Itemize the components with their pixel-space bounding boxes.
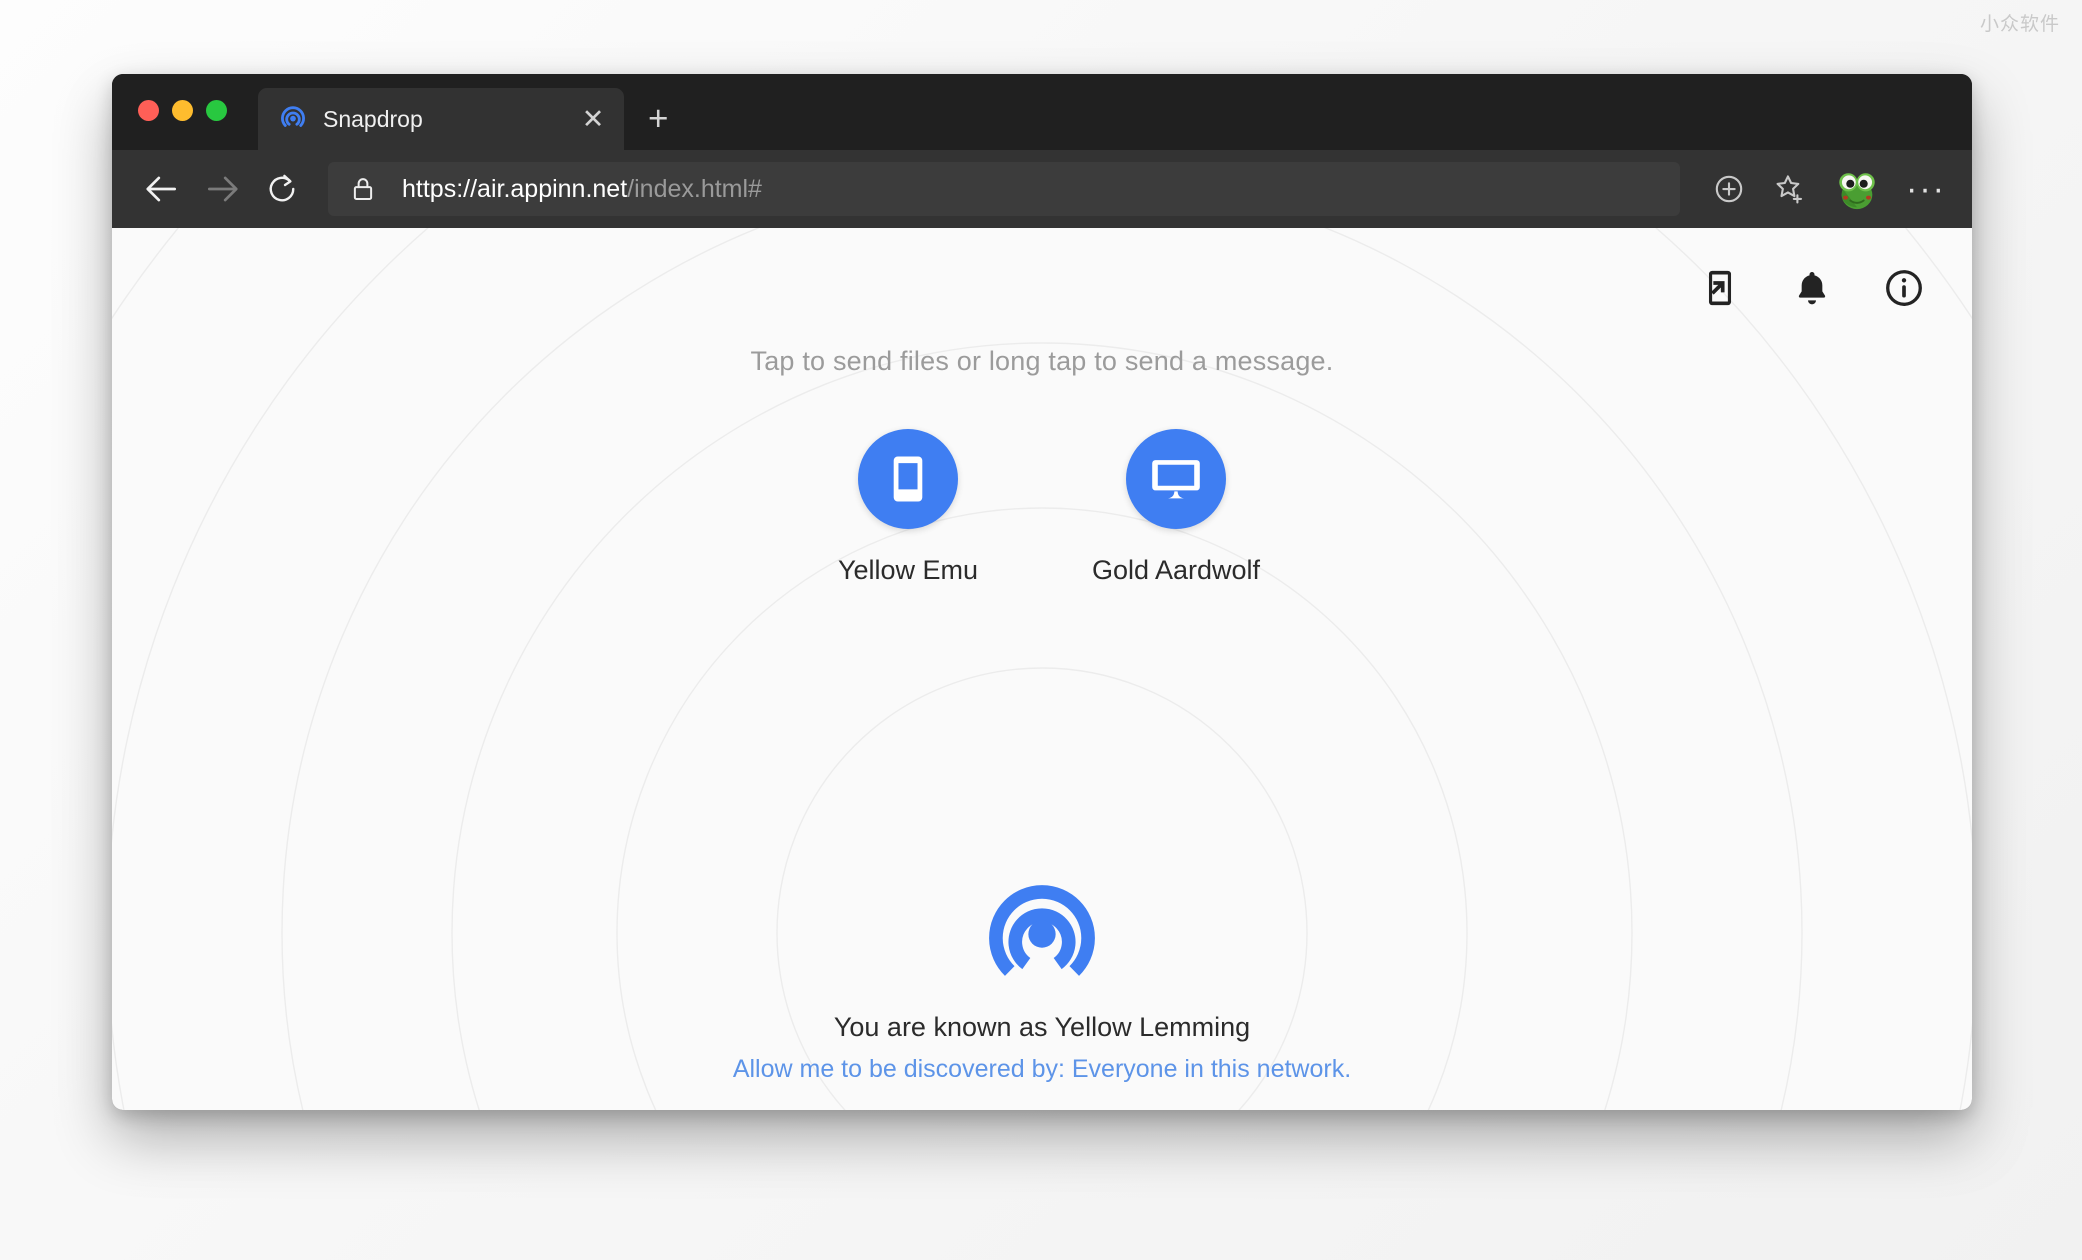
reload-button[interactable]: [254, 161, 310, 217]
browser-tab-title: Snapdrop: [323, 105, 423, 132]
window-maximize-button[interactable]: [206, 100, 227, 121]
url-path: /index.html#: [627, 174, 762, 203]
desktop-background: 小众软件 Snapdrop ✕ + https://air.appinn.net…: [0, 0, 2082, 1260]
window-traffic-lights: [138, 100, 227, 121]
browser-toolbar: https://air.appinn.net/index.html# ···: [112, 150, 1972, 228]
url-origin: https://air.appinn.net: [402, 174, 628, 203]
browser-tab-snapdrop[interactable]: Snapdrop ✕: [258, 88, 624, 150]
about-info-icon: [1886, 270, 1922, 306]
back-button[interactable]: [134, 161, 190, 217]
url-text: https://air.appinn.net/index.html#: [402, 175, 1664, 204]
snapdrop-broadcast-icon: [989, 885, 1095, 976]
arrow-right-icon: [207, 176, 238, 202]
page-viewport: Tap to send files or long tap to send a …: [112, 228, 1972, 1110]
notifications-button[interactable]: [1790, 266, 1834, 310]
notification-bell-icon: [1798, 272, 1826, 305]
frog-avatar-icon[interactable]: [1834, 166, 1880, 212]
peer-name: Gold Aardwolf: [1091, 555, 1261, 585]
browser-window: Snapdrop ✕ + https://air.appinn.net/inde…: [112, 74, 1972, 1110]
window-minimize-button[interactable]: [172, 100, 193, 121]
monitor-icon: [1152, 460, 1200, 499]
lock-icon: [353, 178, 373, 200]
discovery-setting-link[interactable]: Allow me to be discovered by: Everyone i…: [733, 1055, 1351, 1084]
about-button[interactable]: [1882, 266, 1926, 310]
plus-circle-icon: [1715, 175, 1743, 203]
snapdrop-favicon-icon: [281, 106, 305, 127]
browser-tab-close-icon[interactable]: ✕: [578, 105, 608, 133]
address-bar[interactable]: https://air.appinn.net/index.html#: [328, 162, 1681, 216]
page-header-icons: [1698, 266, 1926, 310]
window-close-button[interactable]: [138, 100, 159, 121]
peer-item[interactable]: Yellow Emu: [808, 429, 1008, 586]
reload-icon: [269, 174, 295, 202]
peers-list: Yellow Emu Gold Aardwolf: [808, 429, 1276, 586]
install-app-button[interactable]: [1698, 266, 1742, 310]
install-app-icon: [1708, 270, 1732, 306]
peer-name: Yellow Emu: [837, 555, 979, 585]
tab-strip: Snapdrop ✕ +: [112, 74, 1972, 150]
peer-avatar[interactable]: [858, 429, 958, 529]
favorite-button[interactable]: [1764, 164, 1814, 214]
smartphone-icon: [893, 456, 923, 502]
site-watermark: 小众软件: [1979, 13, 2060, 35]
star-add-icon: [1776, 175, 1803, 204]
peer-avatar[interactable]: [1126, 429, 1226, 529]
peers-section: Tap to send files or long tap to send a …: [112, 346, 1972, 586]
peers-hint-text: Tap to send files or long tap to send a …: [750, 346, 1334, 376]
forward-button[interactable]: [194, 161, 250, 217]
self-identity-section: You are known as Yellow Lemming Allow me…: [112, 876, 1972, 1084]
add-to-collections-button[interactable]: [1704, 164, 1754, 214]
more-menu-button[interactable]: ···: [1906, 171, 1946, 206]
peer-item[interactable]: Gold Aardwolf: [1076, 429, 1276, 586]
new-tab-button[interactable]: +: [648, 101, 668, 136]
self-display-name: You are known as Yellow Lemming: [833, 1012, 1251, 1042]
arrow-left-icon: [146, 176, 177, 202]
